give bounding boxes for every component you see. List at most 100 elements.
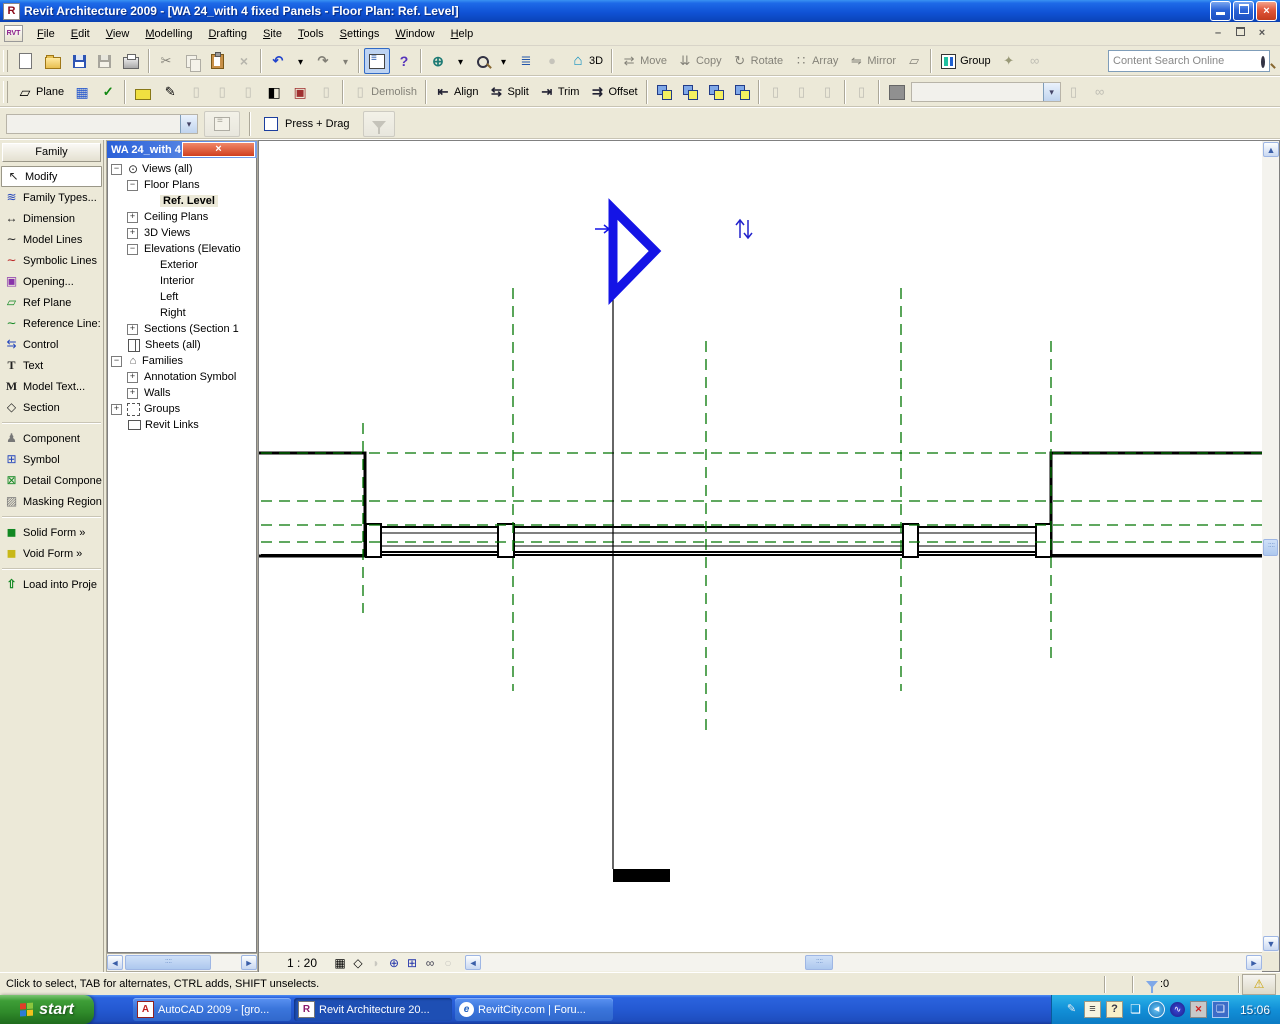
close-button[interactable]: × xyxy=(1256,1,1277,21)
tablet-pen-icon[interactable] xyxy=(1064,1002,1079,1017)
split-button[interactable]: Split xyxy=(484,79,532,105)
tree-item-right[interactable]: Right xyxy=(108,305,256,321)
tree-item-floor-plans[interactable]: Floor Plans xyxy=(108,177,256,193)
reveal-hidden-elements-button[interactable] xyxy=(421,955,439,971)
align-button[interactable]: Align xyxy=(431,79,482,105)
title-bar[interactable]: R Revit Architecture 2009 - [WA 24_with … xyxy=(0,0,1280,22)
menu-edit[interactable]: Edit xyxy=(63,25,98,43)
whats-this-button[interactable] xyxy=(392,48,416,74)
network-error-icon[interactable] xyxy=(1189,1001,1207,1018)
close-icon[interactable]: × xyxy=(182,142,255,157)
menu-view[interactable]: View xyxy=(98,25,138,43)
work-plane-button[interactable]: Plane xyxy=(13,79,68,105)
search-input[interactable] xyxy=(1109,55,1259,67)
menu-file[interactable]: File xyxy=(29,25,63,43)
floor-plan-view[interactable] xyxy=(259,141,1262,952)
tree-item-exterior[interactable]: Exterior xyxy=(108,257,256,273)
wall-left[interactable] xyxy=(259,451,367,558)
expand-icon[interactable] xyxy=(111,403,122,415)
sidebar-item-family-types[interactable]: ≋ Family Types... xyxy=(0,187,103,208)
view-scale[interactable]: 1 : 20 xyxy=(287,956,317,970)
press-drag-checkbox[interactable]: Press + Drag xyxy=(260,111,354,137)
menu-tools[interactable]: Tools xyxy=(290,25,332,43)
send-backward-button[interactable] xyxy=(730,79,754,105)
child-close-button[interactable]: × xyxy=(1254,27,1270,41)
sidebar-item-detail-component[interactable]: ⊠ Detail Compone xyxy=(0,470,103,491)
hide-icons-chevron[interactable] xyxy=(1147,1001,1165,1018)
warning-button[interactable]: ⚠ xyxy=(1242,973,1276,995)
scroll-down-arrow[interactable]: ▼ xyxy=(1263,936,1279,951)
spelling-button[interactable] xyxy=(96,79,120,105)
tree-item-revit-links[interactable]: Revit Links xyxy=(108,417,256,433)
scrollbar-thumb[interactable] xyxy=(1263,539,1278,556)
sidebar-item-ref-plane[interactable]: ▱ Ref Plane xyxy=(0,292,103,313)
sidebar-item-model-text[interactable]: M Model Text... xyxy=(0,376,103,397)
default-3d-view-button[interactable]: 3D xyxy=(566,48,607,74)
tree-item-left[interactable]: Left xyxy=(108,289,256,305)
selection-filter[interactable]: :0 xyxy=(1136,978,1236,993)
sidebar-item-masking-region[interactable]: ▨ Masking Region xyxy=(0,491,103,512)
show-crop-region-button[interactable] xyxy=(403,955,421,971)
sidebar-item-modify[interactable]: ↖ Modify xyxy=(1,166,102,187)
paste-button[interactable] xyxy=(205,48,230,74)
project-browser-titlebar[interactable]: WA 24_with 4 fixed P... × xyxy=(107,141,257,158)
detail-level-button[interactable] xyxy=(331,955,349,971)
scrollbar-thumb[interactable] xyxy=(125,955,211,970)
sidebar-item-opening[interactable]: ▣ Opening... xyxy=(0,271,103,292)
scroll-left-arrow[interactable]: ◄ xyxy=(107,955,123,970)
help-center-icon[interactable] xyxy=(1105,1001,1123,1018)
canvas-vertical-scrollbar[interactable]: ▲ ▼ xyxy=(1262,141,1279,952)
audio-icon[interactable] xyxy=(1169,1002,1185,1017)
restore-button[interactable] xyxy=(1233,1,1254,21)
tree-item-sections[interactable]: Sections (Section 1 xyxy=(108,321,256,337)
taskbar-clock[interactable]: 15:06 xyxy=(1240,1003,1270,1017)
section-marker-arrow[interactable] xyxy=(608,198,662,306)
save-button[interactable] xyxy=(68,48,91,74)
glass-panel[interactable] xyxy=(380,526,499,553)
zoom-button[interactable] xyxy=(471,48,493,74)
print-button[interactable] xyxy=(118,48,144,74)
collapse-icon[interactable] xyxy=(127,243,138,255)
tree-item-families[interactable]: Families xyxy=(108,353,256,369)
sidebar-item-reference-line[interactable]: ∼ Reference Line: xyxy=(0,313,103,334)
sidebar-item-dimension[interactable]: ↔ Dimension xyxy=(0,208,103,229)
project-browser-toggle[interactable] xyxy=(364,48,390,74)
group-button[interactable]: Group xyxy=(936,48,995,74)
network-icon[interactable] xyxy=(1211,1001,1229,1018)
mullion[interactable] xyxy=(1035,523,1052,558)
thin-lines-button[interactable] xyxy=(514,48,538,74)
crop-view-button[interactable] xyxy=(385,955,403,971)
child-minimize-button[interactable]: – xyxy=(1210,27,1226,41)
scroll-left-arrow[interactable]: ◄ xyxy=(465,955,482,970)
sidebar-item-load-into-project[interactable]: ⇧ Load into Proje xyxy=(0,574,103,595)
tree-item-ref-level[interactable]: Ref. Level xyxy=(108,193,256,209)
join-geometry-button[interactable] xyxy=(288,79,312,105)
menu-drafting[interactable]: Drafting xyxy=(200,25,255,43)
mullion[interactable] xyxy=(497,523,515,558)
steering-wheel-dropdown[interactable] xyxy=(452,48,469,74)
trim-button[interactable]: Trim xyxy=(535,79,584,105)
match-type-button[interactable] xyxy=(158,79,182,105)
sidebar-item-symbol[interactable]: ⊞ Symbol xyxy=(0,449,103,470)
mullion[interactable] xyxy=(365,523,382,558)
sidebar-item-control[interactable]: ⇆ Control xyxy=(0,334,103,355)
sidebar-item-text[interactable]: T Text xyxy=(0,355,103,376)
undo-button[interactable] xyxy=(266,48,290,74)
taskbar-item-revit[interactable]: R Revit Architecture 20... xyxy=(294,998,452,1021)
design-bar-tab-family[interactable]: Family xyxy=(2,143,101,162)
new-button[interactable] xyxy=(13,48,38,74)
content-search-box[interactable] xyxy=(1108,50,1270,72)
undo-dropdown[interactable] xyxy=(292,48,309,74)
floor-plan-drawing[interactable] xyxy=(259,141,1262,952)
wall-right[interactable] xyxy=(1049,451,1262,558)
expand-icon[interactable] xyxy=(127,387,138,399)
scrollbar-thumb[interactable] xyxy=(805,955,834,970)
menu-window[interactable]: Window xyxy=(387,25,442,43)
model-graphics-style-button[interactable] xyxy=(349,955,367,971)
tree-item-elevations[interactable]: Elevations (Elevatio xyxy=(108,241,256,257)
scroll-up-arrow[interactable]: ▲ xyxy=(1263,142,1279,157)
sidebar-item-symbolic-lines[interactable]: ∼ Symbolic Lines xyxy=(0,250,103,271)
send-to-back-button[interactable] xyxy=(678,79,702,105)
browser-horizontal-scrollbar[interactable]: ◄ ► xyxy=(107,953,257,971)
sidebar-item-model-lines[interactable]: ∼ Model Lines xyxy=(0,229,103,250)
